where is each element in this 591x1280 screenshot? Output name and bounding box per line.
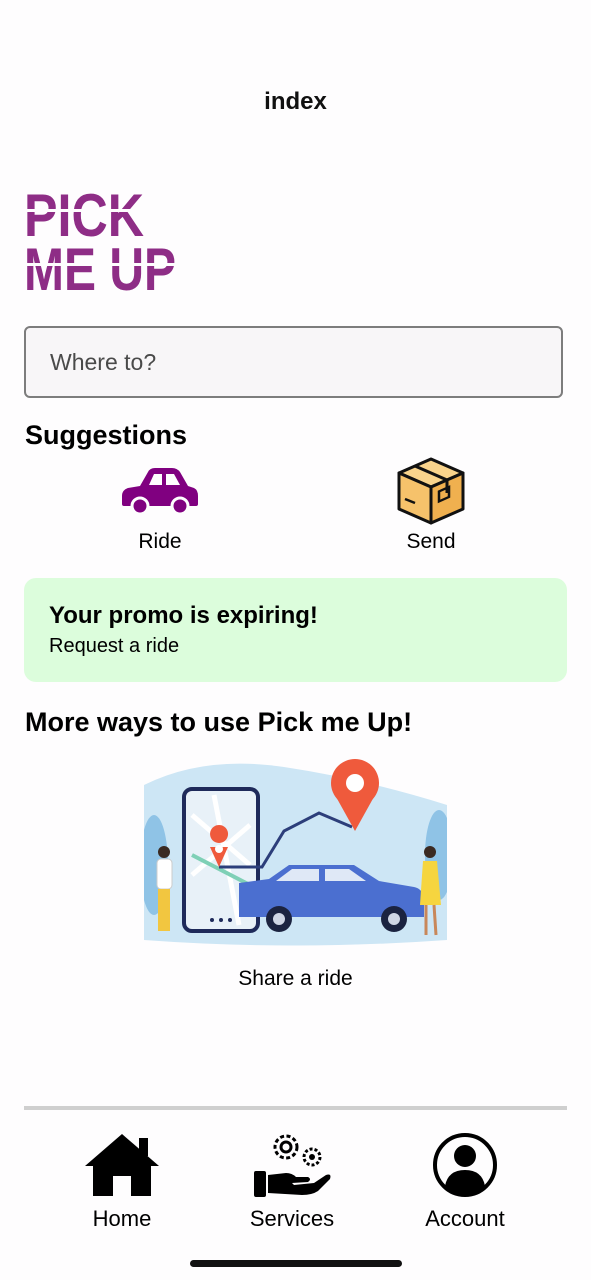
nav-account-label: Account <box>425 1206 505 1231</box>
promo-subtitle: Request a ride <box>49 635 180 657</box>
package-icon <box>397 457 465 525</box>
pick-me-up-logo: PICK ME UP <box>24 184 184 294</box>
suggestion-ride-label: Ride <box>138 530 182 553</box>
home-icon <box>85 1134 159 1196</box>
promo-banner[interactable]: Your promo is expiring! Request a ride <box>24 578 567 682</box>
nav-services-label: Services <box>249 1206 335 1231</box>
share-ride-caption: Share a ride <box>238 967 353 990</box>
nav-account[interactable]: Account <box>395 1128 535 1232</box>
promo-title: Your promo is expiring! <box>49 602 318 629</box>
page-title: index <box>264 88 327 115</box>
account-icon <box>433 1133 497 1197</box>
more-ways-title: More ways to use Pick me Up! <box>25 707 413 737</box>
suggestion-send[interactable]: Send <box>356 454 506 554</box>
suggestions-title: Suggestions <box>25 420 188 450</box>
nav-home-label: Home <box>92 1206 152 1231</box>
nav-divider <box>24 1106 567 1110</box>
car-icon <box>122 468 198 516</box>
nav-home[interactable]: Home <box>52 1128 192 1232</box>
suggestion-ride[interactable]: Ride <box>85 454 235 554</box>
services-icon <box>254 1134 331 1197</box>
nav-services[interactable]: Services <box>222 1128 362 1232</box>
share-ride-illustration[interactable] <box>144 755 447 947</box>
suggestion-send-label: Send <box>406 530 456 553</box>
home-indicator[interactable] <box>190 1260 402 1267</box>
search-input[interactable] <box>24 326 563 398</box>
